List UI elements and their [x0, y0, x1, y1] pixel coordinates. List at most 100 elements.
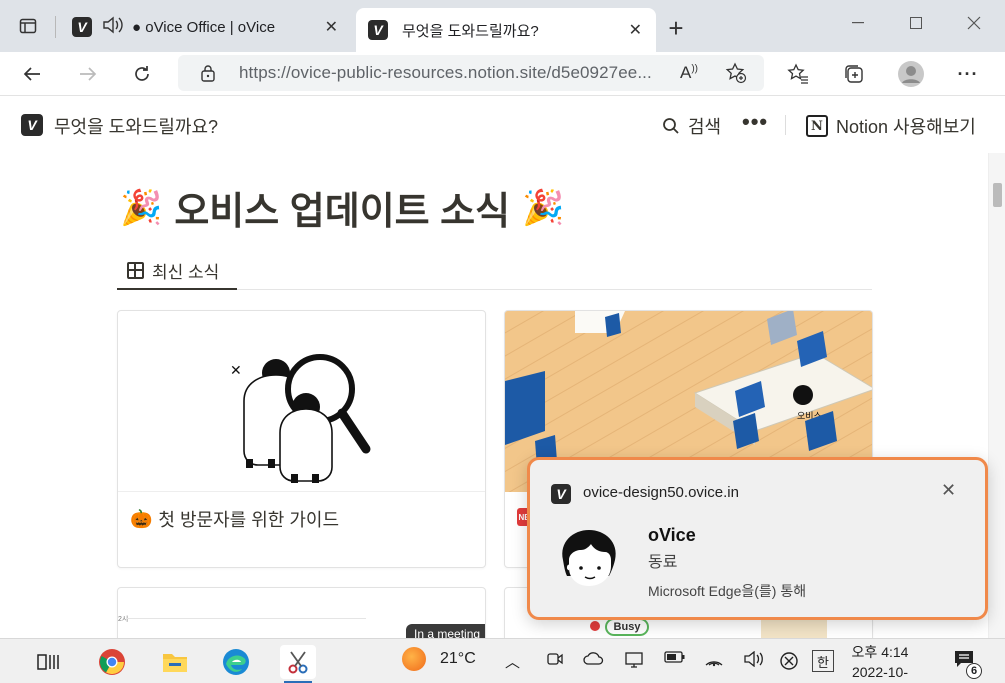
- meet-now-button[interactable]: [546, 651, 564, 667]
- chrome-taskbar-button[interactable]: [94, 645, 130, 679]
- edge-taskbar-button[interactable]: [218, 645, 254, 679]
- weather-widget[interactable]: 21°C: [402, 647, 476, 671]
- lock-icon[interactable]: [200, 64, 216, 87]
- notion-topbar: V 무엇을 도와드릴까요? 검색 ••• N Notion 사용해보기: [0, 97, 1005, 153]
- chart-gridline: [126, 618, 366, 619]
- favorites-button[interactable]: [782, 58, 814, 90]
- breadcrumb[interactable]: 무엇을 도와드릴까요?: [54, 113, 218, 139]
- try-notion-label: Notion 사용해보기: [836, 117, 976, 137]
- notification-sender: oVice: [648, 525, 696, 545]
- task-view-button[interactable]: [30, 645, 66, 679]
- sun-icon: [402, 647, 426, 671]
- pumpkin-icon: 🎃: [130, 508, 153, 529]
- card-title: 🎃 첫 방문자를 위한 가이드: [130, 506, 339, 532]
- monitor-icon: [625, 652, 643, 668]
- search-label: 검색: [688, 117, 722, 137]
- close-icon[interactable]: ✕: [325, 17, 338, 37]
- notion-logo-icon: N: [806, 115, 828, 137]
- tab-strip: V ● oVice Office | oVice ✕ V 무엇을 도와드릴까요?…: [0, 0, 1005, 52]
- camera-icon: [547, 653, 563, 665]
- cloud-icon: [583, 652, 604, 665]
- weather-temp: 21°C: [440, 650, 476, 667]
- ovice-logo-icon: V: [72, 17, 92, 37]
- audio-icon[interactable]: [102, 16, 124, 39]
- back-button[interactable]: [16, 58, 48, 90]
- new-tab-button[interactable]: +: [660, 12, 692, 44]
- scissors-icon: [288, 651, 308, 674]
- battery-button[interactable]: [664, 651, 686, 663]
- scrollbar-thumb[interactable]: [993, 183, 1002, 207]
- more-icon: ···: [957, 63, 979, 84]
- page-heading-text: 오비스 업데이트 소식: [174, 191, 511, 233]
- tray-overflow-button[interactable]: ︿: [505, 651, 520, 672]
- clock-time: 오후 4:14: [851, 644, 909, 660]
- onedrive-button[interactable]: [583, 651, 605, 665]
- tab-actions-button[interactable]: [8, 8, 48, 44]
- tab-notion-help[interactable]: V 무엇을 도와드릴까요? ✕: [356, 8, 656, 52]
- notification-domain: ovice-design50.ovice.in: [583, 484, 739, 501]
- notification-message: 동료: [648, 554, 678, 571]
- volume-button[interactable]: [743, 651, 765, 667]
- notifications-off-button[interactable]: [779, 651, 799, 671]
- file-explorer-taskbar-button[interactable]: [157, 645, 193, 679]
- maximize-button[interactable]: [888, 8, 944, 38]
- window-close-button[interactable]: [946, 8, 1002, 38]
- add-favorite-icon[interactable]: [725, 62, 747, 89]
- card-cover-image: ✕: [118, 311, 485, 492]
- favorites-icon: [787, 63, 808, 84]
- close-icon[interactable]: ✕: [629, 20, 642, 40]
- gallery-icon: [127, 262, 144, 279]
- busy-status-badge: Busy: [605, 618, 649, 636]
- tab-label: 최신 소식: [152, 263, 220, 282]
- taskbar: 21°C ︿ 한 오후 4:14 2022-10-12 6: [0, 638, 1005, 683]
- tab-title: ● oVice Office | oVice: [132, 18, 276, 36]
- wifi-icon: [705, 661, 723, 667]
- card-title-text: 첫 방문자를 위한 가이드: [158, 510, 340, 530]
- folder-icon: [163, 654, 187, 672]
- blocked-icon: [780, 652, 798, 670]
- tab-ovice-office[interactable]: V ● oVice Office | oVice ✕: [62, 8, 352, 46]
- minimize-button[interactable]: [830, 8, 886, 38]
- more-options-button[interactable]: •••: [742, 109, 768, 135]
- notification-toast[interactable]: V ovice-design50.ovice.in ✕ oVice 동료 Mic…: [527, 457, 988, 620]
- status-dot: [590, 621, 600, 631]
- display-button[interactable]: [624, 651, 644, 669]
- system-clock[interactable]: 오후 4:14 2022-10-12: [850, 642, 910, 683]
- settings-menu-button[interactable]: ···: [952, 58, 984, 90]
- profile-button[interactable]: [895, 58, 927, 90]
- chrome-icon: [99, 649, 125, 675]
- collections-button[interactable]: [838, 58, 870, 90]
- ovice-logo-icon: V: [551, 484, 571, 504]
- task-view-icon: [37, 654, 59, 670]
- url-field[interactable]: https://ovice-public-resources.notion.si…: [178, 55, 764, 91]
- gallery-card-guide[interactable]: ✕ 🎃 첫 방문자를 위한 가이드: [117, 310, 486, 568]
- search-icon: [663, 118, 679, 134]
- tab-latest-news[interactable]: 최신 소식: [117, 253, 237, 290]
- try-notion-link[interactable]: N Notion 사용해보기: [806, 113, 976, 139]
- battery-icon: [664, 651, 685, 663]
- minimize-icon: [852, 22, 864, 24]
- read-aloud-icon[interactable]: A)): [680, 63, 698, 83]
- forward-button[interactable]: [72, 58, 104, 90]
- notification-source: Microsoft Edge을(를) 통해: [648, 583, 807, 599]
- chevron-up-icon: ︿: [505, 654, 521, 671]
- maximize-icon: [910, 17, 922, 29]
- ime-indicator[interactable]: 한: [812, 650, 834, 672]
- refresh-button[interactable]: [126, 58, 158, 90]
- page-icon: V: [21, 114, 43, 136]
- ovice-logo-icon: V: [368, 20, 388, 40]
- tab-actions-icon: [19, 18, 37, 34]
- svg-text:✕: ✕: [230, 362, 242, 378]
- speaker-icon: [744, 651, 763, 667]
- snipping-tool-taskbar-button[interactable]: [280, 645, 316, 679]
- notification-count-badge: 6: [966, 663, 982, 679]
- search-button[interactable]: 검색: [662, 113, 721, 139]
- refresh-icon: [135, 66, 149, 81]
- close-icon: [967, 16, 981, 30]
- page-scrollbar[interactable]: [988, 153, 1005, 643]
- tab-title: 무엇을 도와드릴까요?: [402, 22, 539, 40]
- notification-close-button[interactable]: ✕: [941, 480, 956, 501]
- tab-divider: [55, 16, 56, 38]
- wifi-button[interactable]: [704, 651, 724, 667]
- arrow-left-icon: [23, 67, 40, 81]
